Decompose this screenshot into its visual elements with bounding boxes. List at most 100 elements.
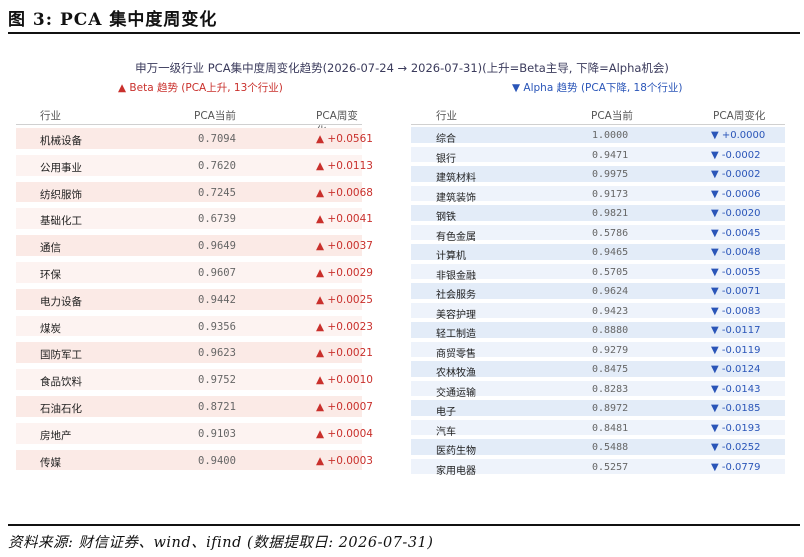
alpha-trend-table: 行业 PCA当前 PCA周变化 综合 1.0000 ▼ +0.0000 银行 0.947… bbox=[411, 102, 785, 477]
industry-name: 医药生物 bbox=[436, 446, 476, 457]
pca-value: 0.7620 bbox=[198, 159, 236, 172]
industry-name: 钢铁 bbox=[436, 212, 456, 223]
pca-value: 0.5786 bbox=[592, 227, 629, 239]
row-background bbox=[16, 315, 362, 337]
industry-name: 建筑装饰 bbox=[436, 192, 476, 204]
pca-change: ▲ +0.0023 bbox=[316, 320, 373, 333]
table-row: 综合 1.0000 ▼ +0.0000 bbox=[411, 125, 785, 145]
pca-change: ▲ +0.0003 bbox=[316, 454, 373, 467]
beta-table-header: 行业 PCA当前 PCA周变化 bbox=[16, 102, 362, 137]
pca-change: ▲ +0.0029 bbox=[316, 266, 373, 279]
alpha-table-body: 综合 1.0000 ▼ +0.0000 银行 0.9471 ▼ -0.0002 建筑材料 0.… bbox=[411, 125, 785, 477]
chart-title: 申万一级行业 PCA集中度周变化趋势(2026-07-24 → 2026-07-… bbox=[135, 61, 669, 75]
pca-change: ▲ +0.0113 bbox=[316, 159, 373, 172]
pca-change: ▼ -0.0119 bbox=[711, 344, 761, 356]
industry-name: 电子 bbox=[436, 407, 456, 418]
figure-title: 图 3: PCA 集中度周变化 bbox=[8, 10, 218, 30]
row-background bbox=[16, 261, 362, 283]
top-rule bbox=[8, 32, 800, 34]
row-background bbox=[16, 235, 362, 256]
table-row: 商贸零售 0.9279 ▼ -0.0119 bbox=[411, 340, 785, 360]
industry-name: 汽车 bbox=[436, 426, 456, 438]
pca-change: ▼ -0.0055 bbox=[711, 266, 761, 278]
header-pca-current: PCA当前 bbox=[591, 110, 633, 122]
pca-change: ▼ -0.0002 bbox=[711, 149, 761, 161]
pca-value: 0.9623 bbox=[198, 347, 236, 360]
table-row: 交通运输 0.8283 ▼ -0.0143 bbox=[411, 379, 785, 399]
table-row: 房地产 0.9103 ▲ +0.0004 bbox=[16, 420, 373, 447]
table-row: 国防军工 0.9623 ▲ +0.0021 bbox=[16, 339, 373, 366]
pca-value: 0.5257 bbox=[592, 461, 629, 473]
pca-value: 0.6739 bbox=[198, 213, 236, 226]
legend-beta-trend: ▲ Beta 趋势 (PCA上升, 13个行业) bbox=[118, 82, 283, 94]
pca-value: 0.9356 bbox=[198, 320, 236, 333]
industry-name: 美容护理 bbox=[436, 309, 476, 321]
table-row: 石油石化 0.8721 ▲ +0.0007 bbox=[16, 393, 373, 420]
table-row: 通信 0.9649 ▲ +0.0037 bbox=[16, 232, 373, 259]
pca-value: 0.9607 bbox=[198, 266, 236, 279]
bottom-rule bbox=[8, 524, 800, 526]
industry-name: 社会服务 bbox=[436, 290, 476, 301]
pca-value: 0.9442 bbox=[198, 293, 236, 306]
pca-value: 0.8880 bbox=[592, 325, 629, 336]
industry-name: 计算机 bbox=[436, 251, 466, 262]
header-industry: 行业 bbox=[40, 110, 61, 122]
alpha-table-header: 行业 PCA当前 PCA周变化 bbox=[411, 102, 785, 125]
table-row: 轻工制造 0.8880 ▼ -0.0117 bbox=[411, 320, 785, 340]
industry-name: 银行 bbox=[436, 153, 456, 165]
pca-value: 0.9173 bbox=[592, 188, 629, 200]
table-row: 家用电器 0.5257 ▼ -0.0779 bbox=[411, 457, 785, 477]
pca-change: ▼ -0.0071 bbox=[711, 286, 761, 297]
industry-name: 食品饮料 bbox=[40, 376, 82, 389]
pca-value: 0.9279 bbox=[592, 344, 629, 356]
pca-change: ▲ +0.0004 bbox=[316, 427, 373, 440]
legend-alpha-trend: ▼ Alpha 趋势 (PCA下降, 18个行业) bbox=[512, 82, 683, 94]
table-row: 环保 0.9607 ▲ +0.0029 bbox=[16, 259, 373, 286]
table-row: 钢铁 0.9821 ▼ -0.0020 bbox=[411, 203, 785, 223]
pca-change: ▼ -0.0048 bbox=[711, 247, 761, 258]
table-row: 非银金融 0.5705 ▼ -0.0055 bbox=[411, 262, 785, 282]
table-row: 汽车 0.8481 ▼ -0.0193 bbox=[411, 418, 785, 438]
industry-name: 交通运输 bbox=[436, 387, 476, 399]
pca-value: 0.9465 bbox=[592, 247, 629, 258]
pca-value: 0.7094 bbox=[198, 133, 236, 145]
pca-value: 1.0000 bbox=[592, 130, 629, 141]
pca-value: 0.8475 bbox=[592, 364, 629, 375]
pca-value: 0.9649 bbox=[198, 240, 236, 253]
pca-value: 0.5705 bbox=[592, 266, 629, 278]
table-row: 机械设备 0.7094 ▲ +0.0561 bbox=[16, 125, 373, 152]
pca-value: 0.9975 bbox=[592, 169, 629, 180]
source-note: 资料来源: 财信证券、wind、ifind (数据提取日: 2026-07-31… bbox=[8, 535, 434, 551]
table-row: 电力设备 0.9442 ▲ +0.0025 bbox=[16, 286, 373, 313]
industry-name: 石油石化 bbox=[40, 402, 82, 415]
pca-change: ▲ +0.0025 bbox=[316, 293, 373, 306]
table-row: 农林牧渔 0.8475 ▼ -0.0124 bbox=[411, 359, 785, 379]
table-row: 基础化工 0.6739 ▲ +0.0041 bbox=[16, 205, 373, 232]
pca-change: ▼ -0.0083 bbox=[711, 305, 761, 317]
pca-change: ▲ +0.0561 bbox=[316, 133, 373, 145]
table-row: 食品饮料 0.9752 ▲ +0.0010 bbox=[16, 366, 373, 393]
pca-change: ▲ +0.0007 bbox=[316, 400, 373, 413]
industry-name: 机械设备 bbox=[40, 135, 82, 147]
table-row: 建筑材料 0.9975 ▼ -0.0002 bbox=[411, 164, 785, 184]
pca-change: ▲ +0.0037 bbox=[316, 240, 373, 253]
table-row: 医药生物 0.5488 ▼ -0.0252 bbox=[411, 437, 785, 457]
pca-value: 0.9624 bbox=[592, 286, 629, 297]
pca-value: 0.8721 bbox=[198, 400, 236, 413]
industry-name: 建筑材料 bbox=[436, 173, 476, 184]
pca-value: 0.8283 bbox=[592, 383, 629, 395]
pca-change: ▼ -0.0006 bbox=[711, 188, 761, 200]
table-row: 电子 0.8972 ▼ -0.0185 bbox=[411, 398, 785, 418]
table-row: 计算机 0.9465 ▼ -0.0048 bbox=[411, 242, 785, 262]
pca-value: 0.5488 bbox=[592, 442, 629, 453]
industry-name: 商贸零售 bbox=[436, 348, 476, 360]
pca-change: ▼ -0.0020 bbox=[711, 208, 761, 219]
pca-change: ▲ +0.0041 bbox=[316, 213, 373, 226]
pca-value: 0.8481 bbox=[592, 422, 629, 434]
pca-change: ▼ -0.0185 bbox=[711, 403, 761, 414]
pca-change: ▼ -0.0143 bbox=[711, 383, 761, 395]
industry-name: 通信 bbox=[40, 242, 61, 255]
row-background bbox=[16, 449, 362, 471]
header-industry: 行业 bbox=[436, 110, 457, 122]
pca-value: 0.9821 bbox=[592, 208, 629, 219]
